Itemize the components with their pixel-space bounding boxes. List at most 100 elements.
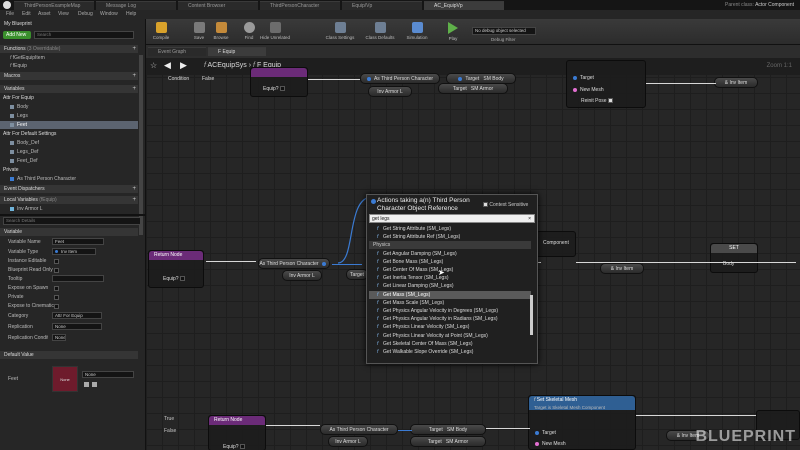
add-new-button[interactable]: Add New xyxy=(3,31,31,39)
event-dispatchers-header[interactable]: Event Dispatchers + xyxy=(0,185,138,193)
action-item[interactable]: f Get Physics Angular Velocity in Radians… xyxy=(369,315,531,323)
variable-body[interactable]: Body xyxy=(0,103,138,111)
category-private[interactable]: Private xyxy=(0,166,138,174)
add-variable-icon[interactable]: + xyxy=(132,85,136,93)
context-sensitive-toggle[interactable]: Context Sensitive xyxy=(483,202,528,208)
tab-level[interactable]: ThirdPersonExampleMap xyxy=(14,1,94,10)
expose-cinematics-checkbox[interactable] xyxy=(54,304,59,309)
compile-button[interactable]: Compile xyxy=(146,21,176,44)
cast-as-third-person-node[interactable]: As Third Person Character xyxy=(360,73,440,84)
instance-editable-checkbox[interactable] xyxy=(54,259,59,264)
action-item[interactable]: f Get Physics Linear Velocity at Point (S… xyxy=(369,332,531,340)
cast-as-third-person-node-2[interactable]: As Third Person Character xyxy=(258,258,330,269)
debug-object-select[interactable]: No debug object selected xyxy=(472,27,536,35)
local-variables-header[interactable]: Local Variables (fEquip) + xyxy=(0,196,138,204)
variable-name-input[interactable]: Feet xyxy=(52,238,104,245)
action-item[interactable]: f Get Walkable Slope Override (SM_Legs) xyxy=(369,348,531,356)
cast-as-third-person-node-3[interactable]: As Third Person Character xyxy=(320,424,398,435)
action-list-scrollbar[interactable] xyxy=(530,295,533,335)
browse-asset-icon[interactable] xyxy=(84,382,89,387)
return-node-bottom[interactable]: Return Node Equip? xyxy=(208,415,266,450)
tab-third-person-character[interactable]: ThirdPersonCharacter xyxy=(260,1,340,10)
star-icon[interactable]: ☆ xyxy=(150,61,157,70)
tooltip-input[interactable] xyxy=(52,275,104,282)
hide-unrelated-button[interactable]: Hide Unrelated xyxy=(256,21,294,44)
category-attr-for-equip[interactable]: Attr For Equip xyxy=(0,94,138,102)
reinit-pose-checkbox[interactable] xyxy=(607,98,613,104)
details-search-input[interactable]: Search Details xyxy=(3,217,141,225)
action-item[interactable]: f Get Angular Damping (SM_Legs) xyxy=(369,250,531,258)
blueprint-read-only-checkbox[interactable] xyxy=(54,268,59,273)
inv-armor-l-node-2[interactable]: Inv Armor L xyxy=(282,270,322,281)
get-sm-armor-node-2[interactable]: Target SM Armor xyxy=(410,436,486,447)
play-button[interactable]: Play xyxy=(438,21,468,44)
simulation-button[interactable]: Simulation xyxy=(400,21,434,44)
function-entry-node[interactable]: Equip? xyxy=(250,67,308,97)
function-item[interactable]: f fEquip xyxy=(0,62,138,70)
add-macro-icon[interactable]: + xyxy=(132,72,136,80)
variable-feet-def[interactable]: Feet_Def xyxy=(0,157,138,165)
action-item[interactable]: f Get Bone Mass (SM_Legs) xyxy=(369,258,531,266)
add-dispatcher-icon[interactable]: + xyxy=(132,185,136,193)
tab-event-graph[interactable]: Event Graph xyxy=(148,47,206,56)
return-equip-checkbox[interactable] xyxy=(179,276,185,282)
get-sm-armor-node[interactable]: Target SM Armor xyxy=(438,83,508,94)
action-item[interactable]: f Get Physics Linear Velocity (SM_Legs) xyxy=(369,323,531,331)
return-node-middle[interactable]: Return Node Equip? xyxy=(148,250,204,288)
macros-header[interactable]: Macros + xyxy=(0,72,138,80)
browse-button[interactable]: Browse xyxy=(206,21,236,44)
category-select[interactable]: Attr For Equip xyxy=(52,312,102,319)
tab-equip[interactable]: Equip/Vp xyxy=(342,1,422,10)
menu-window[interactable]: Window xyxy=(100,11,118,17)
component-node[interactable]: Component xyxy=(536,231,576,257)
blueprint-scrollbar[interactable] xyxy=(139,55,143,235)
my-blueprint-tab[interactable]: My Blueprint xyxy=(4,21,32,27)
expose-on-spawn-checkbox[interactable] xyxy=(54,286,59,291)
replication-condition-select[interactable]: None xyxy=(52,334,66,341)
variable-type-select[interactable]: Inv Item xyxy=(52,248,96,255)
functions-header[interactable]: Functions (3 Overridable) + xyxy=(0,45,138,53)
variable-as-third-person[interactable]: As Third Person Character xyxy=(0,175,138,183)
action-item[interactable]: f Get String Attribute Ref (SM_Legs) xyxy=(369,233,531,241)
tab-message-log[interactable]: Message Log xyxy=(96,1,176,10)
feet-asset-select[interactable]: None xyxy=(82,371,134,378)
category-attr-default[interactable]: Attr For Default Settings xyxy=(0,130,138,138)
variable-legs[interactable]: Legs xyxy=(0,112,138,120)
add-function-icon[interactable]: + xyxy=(132,45,136,53)
feet-thumbnail[interactable]: None xyxy=(52,366,78,392)
get-sm-body-node-2[interactable]: Target SM Body xyxy=(410,424,486,435)
inv-item-node-mid[interactable]: & Inv Item xyxy=(600,263,644,274)
local-variable-inv-armor[interactable]: Inv Armor L xyxy=(0,205,138,213)
forward-arrow-icon[interactable]: ▶ xyxy=(180,60,187,71)
class-settings-button[interactable]: Class Settings xyxy=(322,21,358,44)
default-value-header[interactable]: Default Value xyxy=(0,351,138,359)
action-item[interactable]: f Get Center Of Mass (SM_Legs) xyxy=(369,266,531,274)
variables-header[interactable]: Variables + xyxy=(0,85,138,93)
context-sensitive-checkbox[interactable] xyxy=(483,202,488,208)
action-category[interactable]: Physics xyxy=(369,241,531,250)
set-skeletal-mesh-node[interactable]: f Set Skeletal Mesh Target is Skeletal Me… xyxy=(528,395,636,450)
add-local-variable-icon[interactable]: + xyxy=(132,196,136,204)
menu-asset[interactable]: Asset xyxy=(38,11,51,17)
action-item[interactable]: f Get Physics Angular Velocity in Degrees… xyxy=(369,307,531,315)
use-selected-icon[interactable] xyxy=(92,382,97,387)
inv-item-node-top[interactable]: & Inv Item xyxy=(714,77,758,88)
replication-select[interactable]: None xyxy=(52,323,102,330)
action-item[interactable]: f Get Mass (SM_Legs) xyxy=(369,290,531,299)
return-bottom-equip-checkbox[interactable] xyxy=(239,444,245,450)
action-search-input[interactable]: get legs × xyxy=(369,214,535,223)
menu-view[interactable]: View xyxy=(58,11,69,17)
variable-feet[interactable]: Feet xyxy=(0,121,138,129)
class-defaults-button[interactable]: Class Defaults xyxy=(362,21,398,44)
variable-body-def[interactable]: Body_Def xyxy=(0,139,138,147)
clear-search-icon[interactable]: × xyxy=(528,215,531,223)
action-item[interactable]: f Get Skeletal Center Of Mass (SM_Legs) xyxy=(369,340,531,348)
set-skeletal-mesh-node-top[interactable]: Target New Mesh Reinit Pose xyxy=(566,60,646,108)
inv-armor-l-node[interactable]: Inv Armor L xyxy=(368,86,412,97)
function-item[interactable]: f fGetEquipItem xyxy=(0,54,138,62)
action-item[interactable]: f Get Mass Scale (SM_Legs) xyxy=(369,299,531,307)
tab-f-equip[interactable]: F Equip xyxy=(208,47,266,56)
action-item[interactable]: f Get Inertia Tensor (SM_Legs) xyxy=(369,274,531,282)
breadcrumb-class[interactable]: ACEquipSys xyxy=(208,62,247,69)
variable-legs-def[interactable]: Legs_Def xyxy=(0,148,138,156)
